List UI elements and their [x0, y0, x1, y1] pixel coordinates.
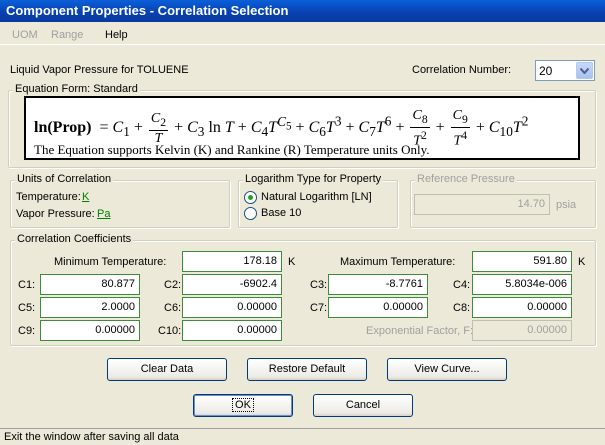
c3-field[interactable]: -8.7761 — [328, 274, 428, 295]
reference-pressure-group-title: Reference Pressure — [415, 173, 517, 185]
window-title-bar[interactable]: Component Properties - Correlation Selec… — [0, 0, 605, 22]
c5-label: C5: — [18, 302, 36, 314]
radio-base-10-label[interactable]: Base 10 — [261, 207, 301, 219]
c4-label: C4: — [453, 279, 471, 291]
logarithm-group: Logarithm Type for Property — [238, 173, 398, 228]
equation-group-title: Equation Form: Standard — [13, 83, 140, 95]
exp-factor-label: Exponential Factor, F: — [366, 325, 473, 337]
ok-button[interactable]: OK — [193, 394, 293, 417]
max-temp-label: Maximum Temperature: — [340, 256, 456, 268]
cancel-button[interactable]: Cancel — [313, 394, 413, 417]
correlation-number-select[interactable]: 20 — [535, 60, 595, 81]
max-temp-field[interactable]: 591.80 — [472, 251, 572, 272]
reference-pressure-unit: psia — [556, 199, 577, 211]
property-label: Liquid Vapor Pressure for TOLUENE — [10, 64, 189, 76]
min-temp-field[interactable]: 178.18 — [182, 251, 282, 272]
chevron-down-icon[interactable] — [576, 62, 593, 79]
equation-display: ln(Prop) = C1 + C2 T + C3 ln T + C4TC5 + … — [24, 96, 580, 160]
c10-field[interactable]: 0.00000 — [182, 320, 282, 341]
equation-note: The Equation supports Kelvin (K) and Ran… — [34, 142, 430, 157]
ok-label: OK — [232, 398, 254, 412]
c5-field[interactable]: 2.0000 — [40, 297, 140, 318]
exp-factor-field[interactable]: 0.00000 — [472, 320, 572, 341]
temperature-unit-link[interactable]: K — [82, 191, 89, 203]
logarithm-group-title: Logarithm Type for Property — [243, 173, 384, 185]
coefficients-group-title: Correlation Coefficients — [15, 233, 134, 245]
max-temp-unit: K — [578, 256, 586, 268]
clear-data-label: Clear Data — [140, 363, 194, 375]
status-bar: Exit the window after saving all data — [0, 428, 605, 445]
restore-default-label: Restore Default — [268, 363, 346, 375]
c2-field[interactable]: -6902.4 — [182, 274, 282, 295]
temperature-unit-label: Temperature: — [16, 191, 81, 203]
c2-label: C2: — [164, 279, 182, 291]
vapor-pressure-unit-label: Vapor Pressure: — [16, 208, 95, 220]
c6-label: C6: — [164, 302, 182, 314]
c7-label: C7: — [310, 302, 328, 314]
menu-uom[interactable]: UOM — [12, 29, 38, 41]
vapor-pressure-unit-link[interactable]: Pa — [97, 208, 110, 220]
view-curve-button[interactable]: View Curve... — [387, 358, 507, 381]
c1-field[interactable]: 80.877 — [40, 274, 140, 295]
menu-help[interactable]: Help — [105, 29, 128, 41]
units-group: Units of Correlation — [10, 173, 230, 228]
radio-base-10[interactable] — [244, 207, 257, 220]
window-title: Component Properties - Correlation Selec… — [6, 3, 289, 18]
menu-range[interactable]: Range — [51, 29, 83, 41]
c7-field[interactable]: 0.00000 — [328, 297, 428, 318]
c4-field[interactable]: 5.8034e-006 — [472, 274, 572, 295]
c3-label: C3: — [310, 279, 328, 291]
correlation-number-label: Correlation Number: — [412, 64, 512, 76]
view-curve-label: View Curve... — [414, 363, 480, 375]
min-temp-label: Minimum Temperature: — [54, 256, 167, 268]
correlation-number-value: 20 — [539, 64, 553, 78]
status-text: Exit the window after saving all data — [4, 431, 179, 443]
cancel-label: Cancel — [345, 399, 381, 411]
c6-field[interactable]: 0.00000 — [182, 297, 282, 318]
radio-natural-log[interactable] — [244, 191, 257, 204]
c8-label: C8: — [453, 302, 471, 314]
units-group-title: Units of Correlation — [15, 173, 114, 185]
c8-field[interactable]: 0.00000 — [472, 297, 572, 318]
c1-label: C1: — [18, 279, 36, 291]
reference-pressure-field[interactable]: 14.70 — [414, 194, 550, 215]
menu-bar: UOM Range Help — [0, 25, 605, 45]
clear-data-button[interactable]: Clear Data — [107, 358, 227, 381]
radio-natural-log-label[interactable]: Natural Logarithm [LN] — [261, 191, 372, 203]
min-temp-unit: K — [288, 256, 296, 268]
c10-label: C10: — [158, 325, 182, 337]
c9-field[interactable]: 0.00000 — [40, 320, 140, 341]
restore-default-button[interactable]: Restore Default — [247, 358, 367, 381]
c9-label: C9: — [18, 325, 36, 337]
